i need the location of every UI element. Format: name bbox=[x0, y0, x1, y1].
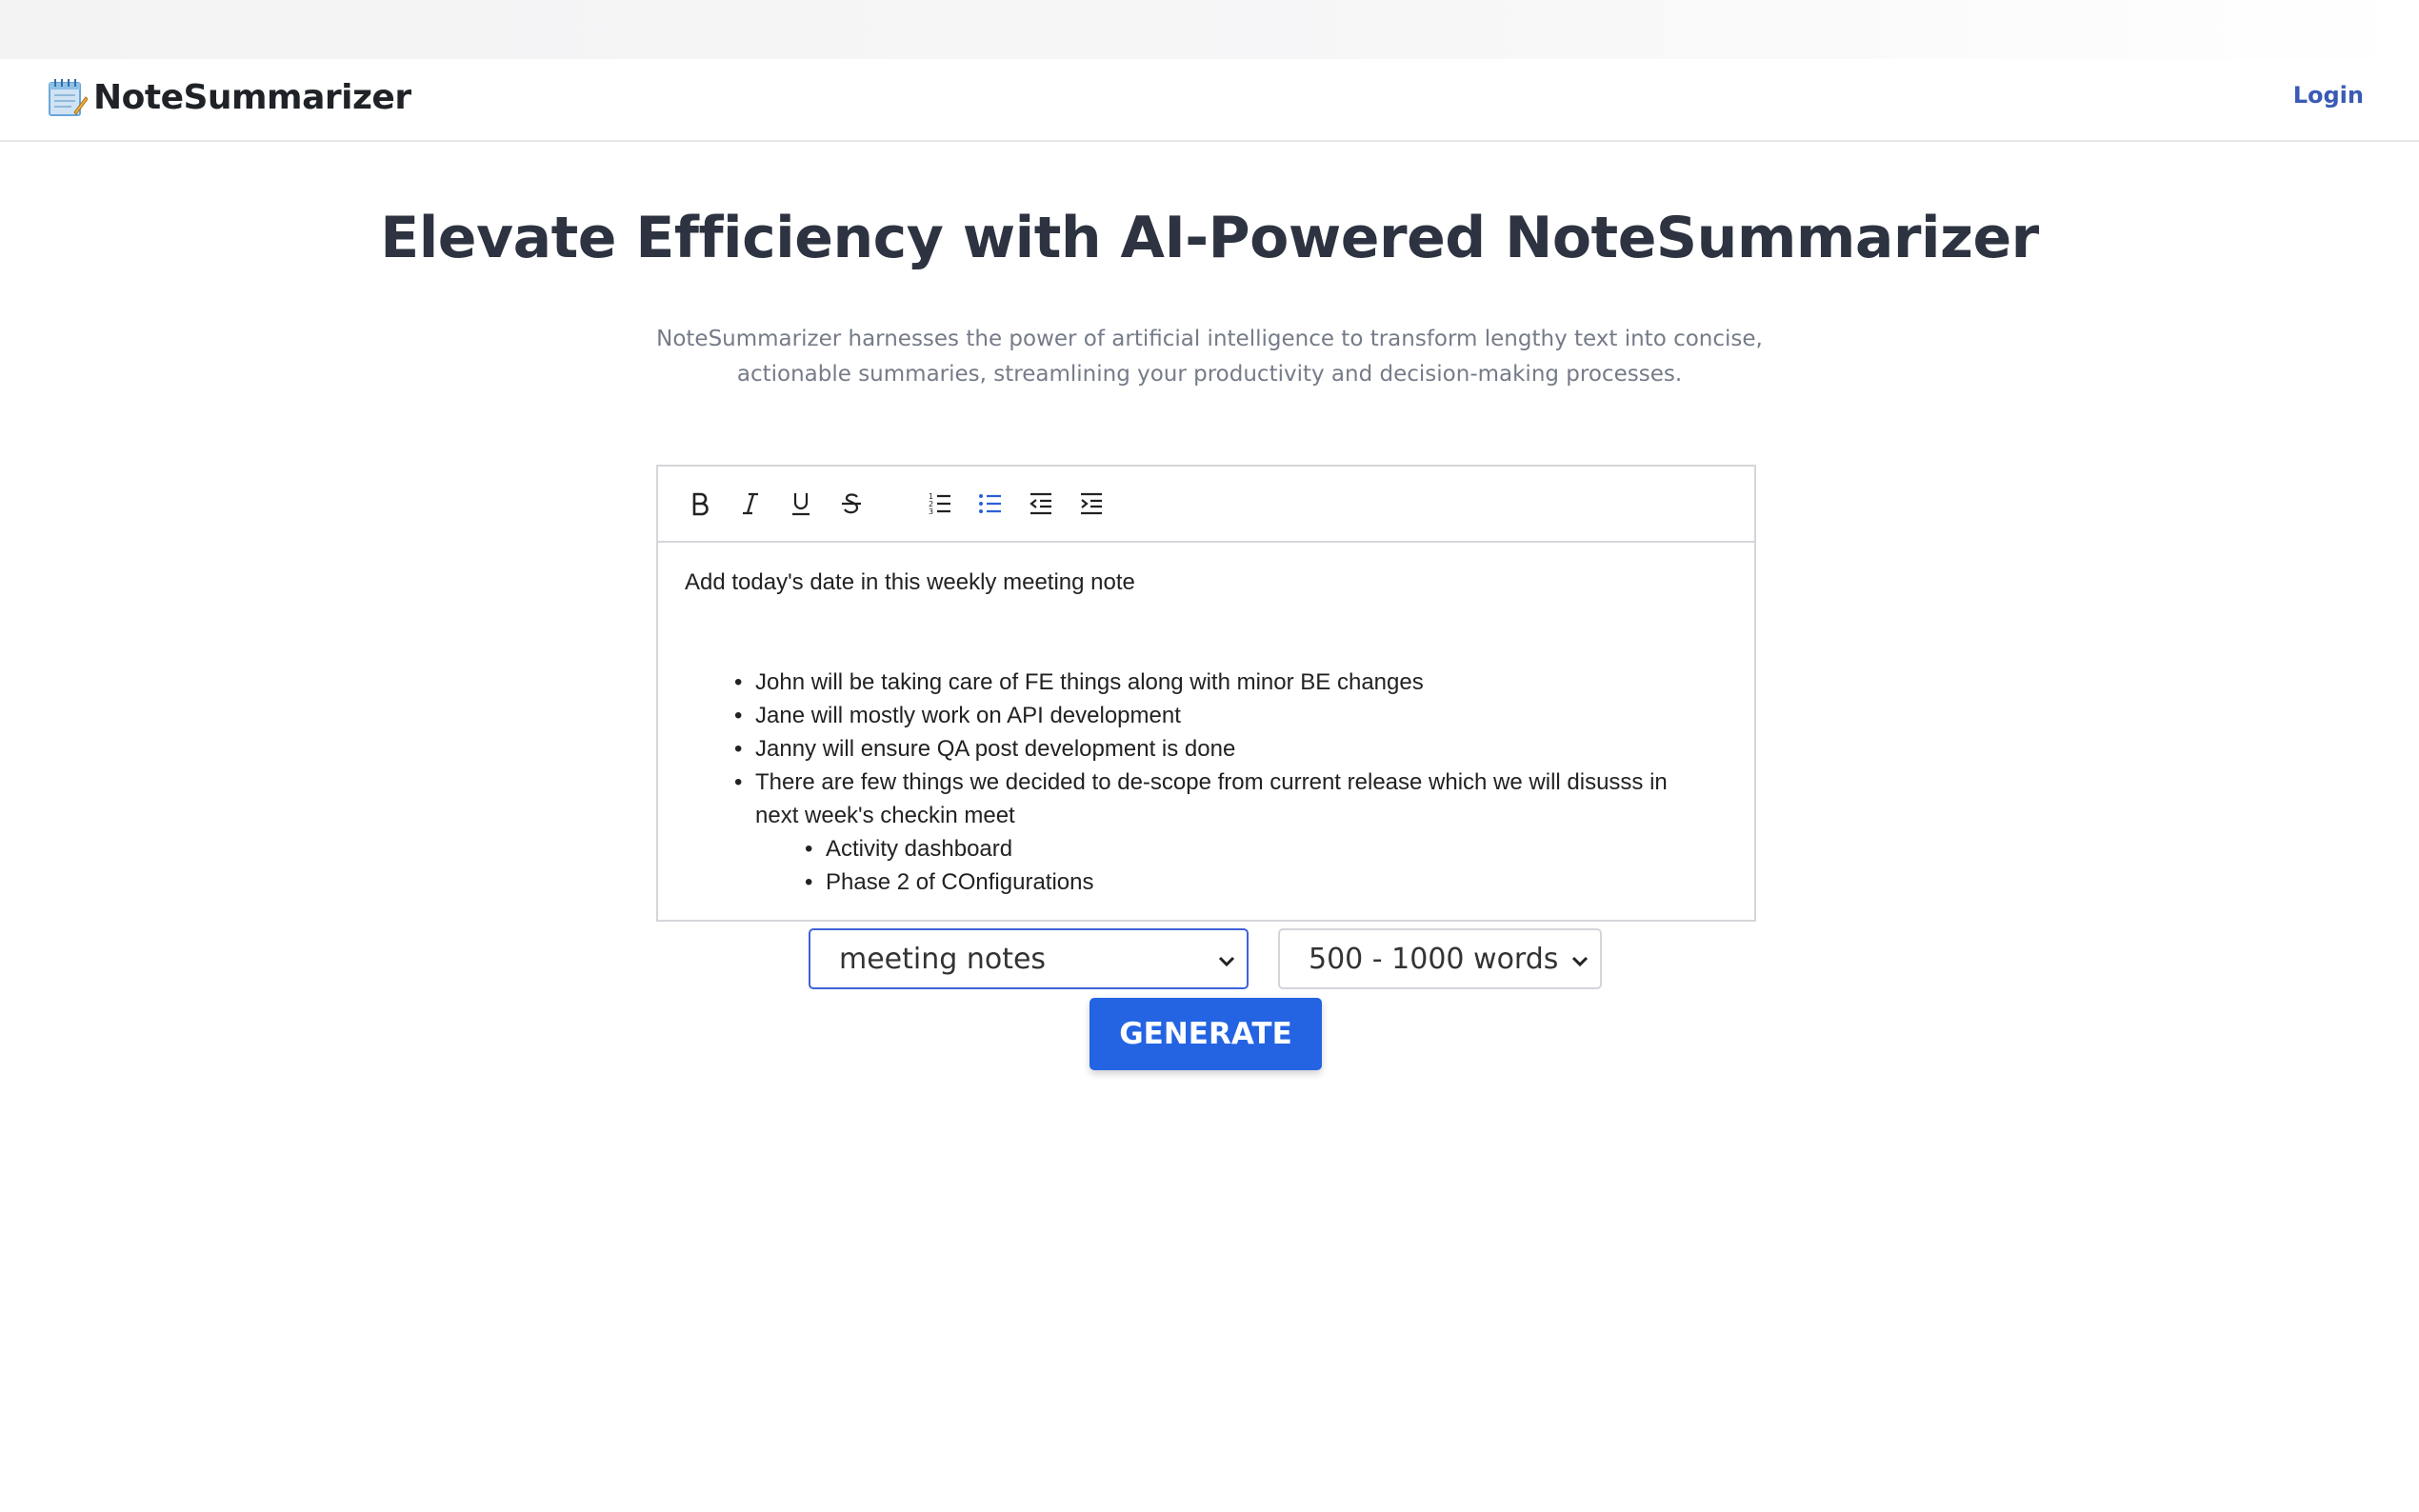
length-value: 500 - 1000 words bbox=[1309, 942, 1559, 976]
bold-button[interactable] bbox=[681, 485, 719, 523]
editor-first-line: Add today's date in this weekly meeting … bbox=[685, 569, 1135, 595]
bold-icon bbox=[692, 492, 709, 516]
ordered-list-button[interactable]: 123 bbox=[921, 485, 959, 523]
list-item: Activity dashboard bbox=[799, 832, 1778, 865]
page-subtitle: NoteSummarizer harnesses the power of ar… bbox=[638, 322, 1781, 392]
notepad-icon bbox=[49, 79, 88, 116]
strikethrough-icon bbox=[842, 493, 861, 514]
svg-text:3: 3 bbox=[929, 507, 933, 516]
generate-button[interactable]: GENERATE bbox=[1090, 998, 1322, 1070]
list-item-text: There are few things we decided to de-sc… bbox=[755, 769, 1668, 828]
list-item: Jane will mostly work on API development bbox=[729, 699, 1708, 732]
note-type-value: meeting notes bbox=[839, 942, 1047, 976]
outdent-icon bbox=[1030, 492, 1051, 515]
login-link[interactable]: Login bbox=[2293, 82, 2364, 109]
browser-top-strip bbox=[0, 0, 2419, 59]
subtitle-line-2: actionable summaries, streamlining your … bbox=[736, 362, 1683, 387]
outdent-button[interactable] bbox=[1022, 485, 1060, 523]
bullet-list-icon bbox=[979, 494, 1001, 513]
strikethrough-button[interactable] bbox=[832, 485, 870, 523]
underline-icon bbox=[792, 493, 810, 516]
list-item: Janny will ensure QA post development is… bbox=[729, 732, 1708, 766]
nested-bullet-list: Activity dashboard Phase 2 of COnfigurat… bbox=[755, 832, 1708, 899]
brand-logo[interactable]: NoteSummarizer bbox=[46, 76, 411, 118]
bullet-list-button[interactable] bbox=[971, 485, 1010, 523]
brand-name: NoteSummarizer bbox=[93, 77, 411, 117]
rich-text-editor: 123 Add today's date in this weekly meet… bbox=[656, 465, 1756, 922]
navbar: NoteSummarizer Login bbox=[0, 59, 2419, 142]
subtitle-line-1: NoteSummarizer harnesses the power of ar… bbox=[656, 327, 1763, 351]
indent-button[interactable] bbox=[1072, 485, 1110, 523]
list-item: There are few things we decided to de-sc… bbox=[729, 766, 1708, 899]
note-type-select[interactable]: meeting notes bbox=[809, 928, 1249, 989]
italic-icon bbox=[743, 492, 758, 515]
editor-content[interactable]: Add today's date in this weekly meeting … bbox=[658, 543, 1754, 899]
page-title: Elevate Efficiency with AI-Powered NoteS… bbox=[380, 205, 2039, 271]
editor-toolbar: 123 bbox=[658, 467, 1754, 543]
length-select[interactable]: 500 - 1000 words bbox=[1278, 928, 1602, 989]
ordered-list-icon: 123 bbox=[929, 492, 950, 516]
list-item: Phase 2 of COnfigurations bbox=[799, 865, 1778, 899]
underline-button[interactable] bbox=[782, 485, 820, 523]
chevron-down-icon bbox=[1218, 956, 1235, 967]
italic-button[interactable] bbox=[731, 485, 770, 523]
indent-icon bbox=[1081, 492, 1102, 515]
bullet-list: John will be taking care of FE things al… bbox=[685, 666, 1728, 899]
list-item: John will be taking care of FE things al… bbox=[729, 666, 1708, 699]
chevron-down-icon bbox=[1571, 956, 1589, 967]
